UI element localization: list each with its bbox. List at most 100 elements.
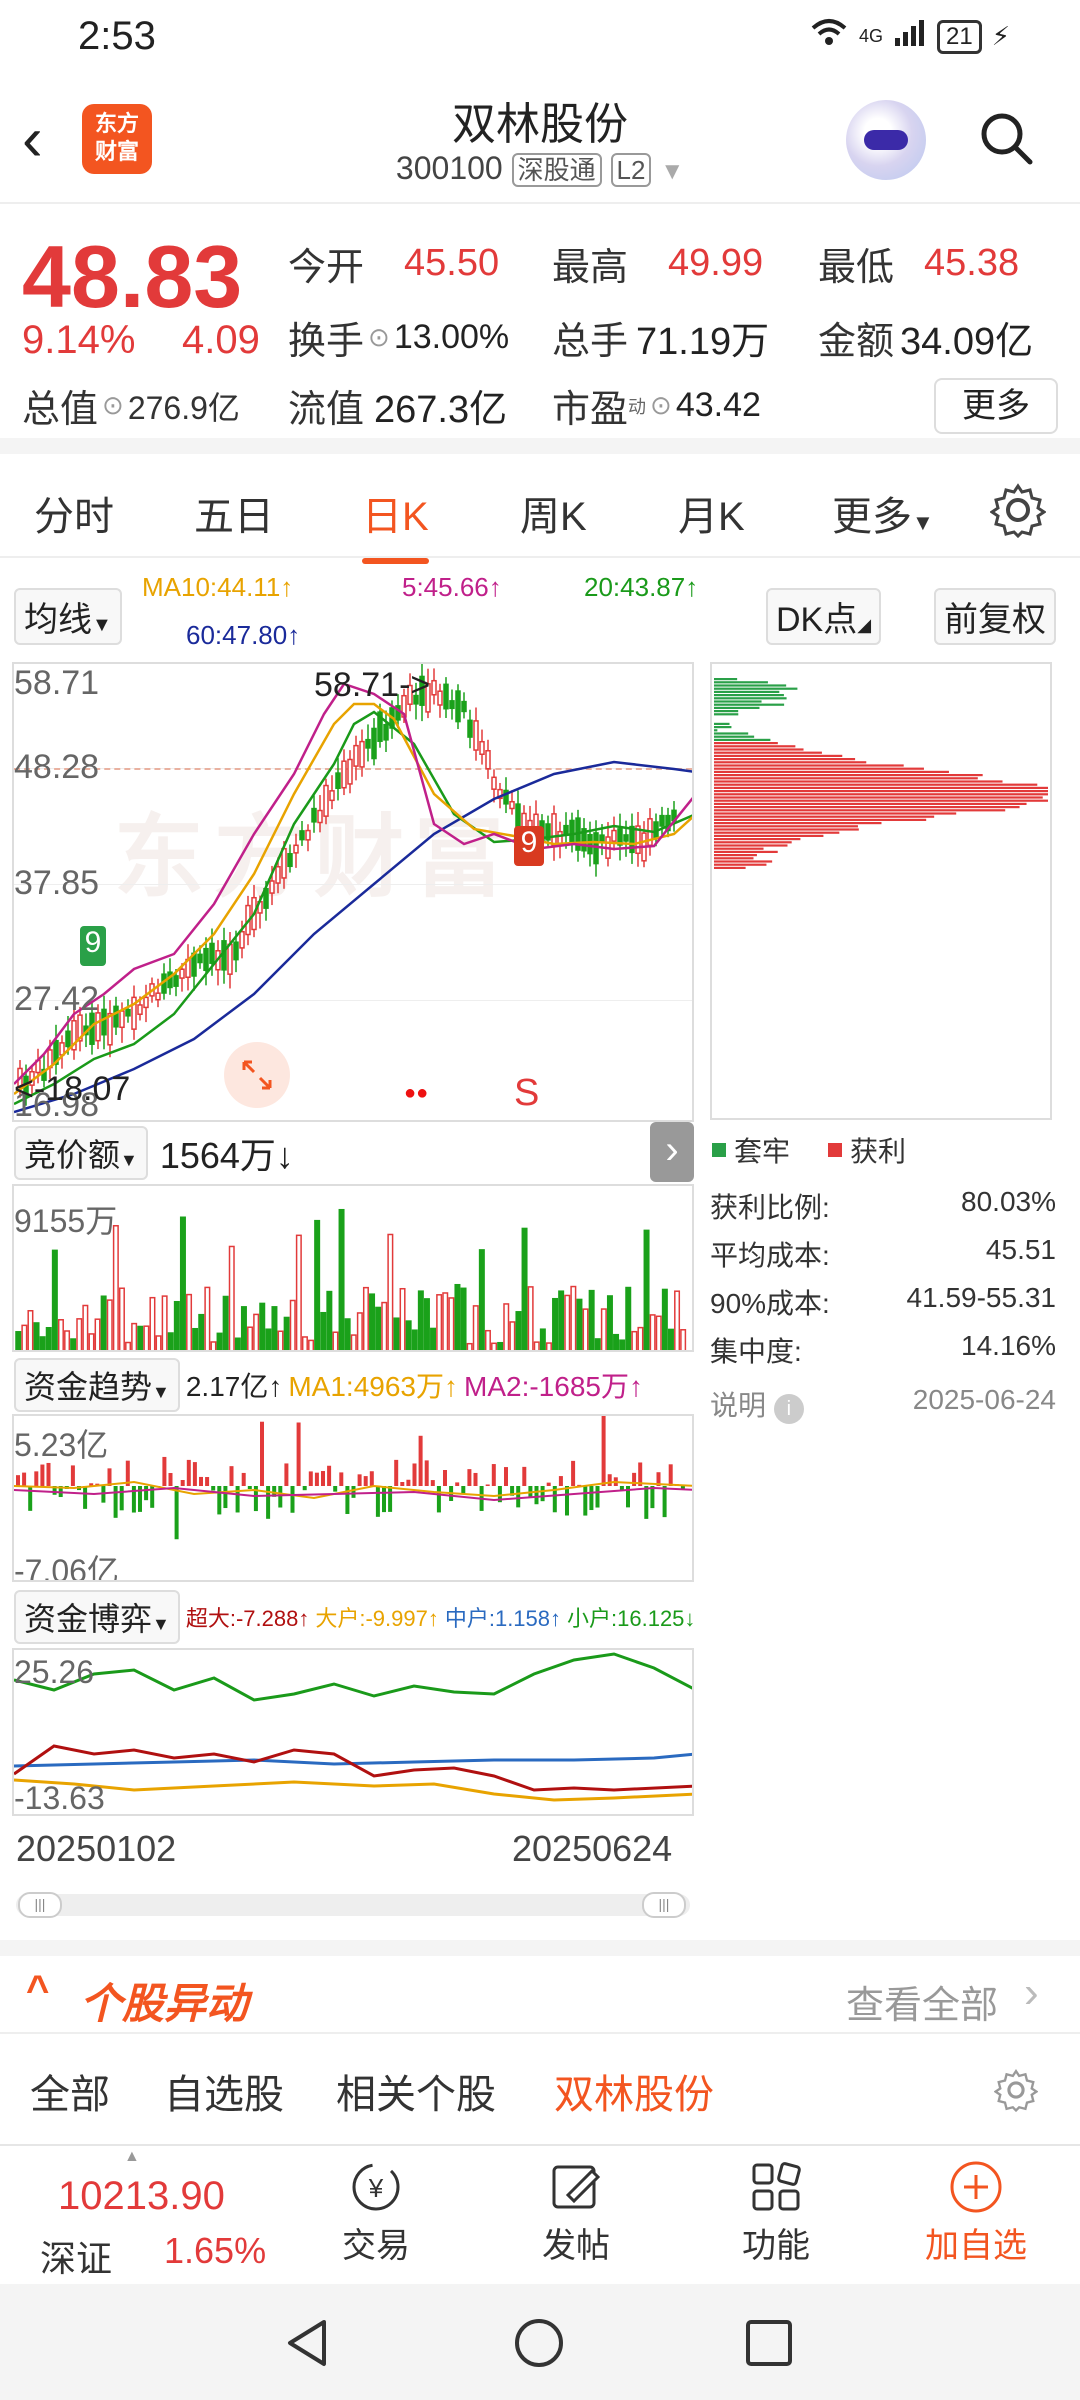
chip-note-row[interactable]: 说明 i 2025-06-24 bbox=[710, 1384, 1056, 1432]
index-name: 深证 bbox=[40, 2238, 113, 2279]
chip-distribution-chart[interactable] bbox=[710, 662, 1052, 1120]
float-cap-field: 流值 267.3亿 bbox=[288, 378, 507, 433]
signal-icon bbox=[893, 18, 927, 55]
event-dots-icon[interactable]: ●● bbox=[404, 1082, 428, 1105]
flow-bar bbox=[565, 1486, 569, 1516]
auction-bar bbox=[613, 1333, 620, 1350]
dk-point-label: DK点 bbox=[776, 601, 858, 639]
flow-bar bbox=[40, 1464, 45, 1486]
auction-bar bbox=[338, 1208, 345, 1350]
robot-assistant-avatar[interactable] bbox=[846, 100, 926, 180]
trade-button[interactable]: ¥ 交易 bbox=[316, 2156, 436, 2267]
recents-square-icon[interactable] bbox=[744, 2318, 794, 2368]
game-selector-button[interactable]: 资金博弈▼ bbox=[14, 1590, 180, 1644]
auction-bar bbox=[436, 1294, 443, 1350]
auction-bar bbox=[448, 1297, 455, 1350]
game-selector-label: 资金博弈 bbox=[24, 1601, 153, 1637]
tab-five-day[interactable]: 五日 bbox=[194, 484, 274, 542]
auction-bar bbox=[454, 1283, 461, 1350]
info-dot-icon[interactable]: ⊙ bbox=[102, 390, 124, 421]
tab-monthly-k[interactable]: 月K bbox=[678, 484, 745, 542]
time-range-scrollbar[interactable]: ||| ||| bbox=[16, 1892, 690, 1918]
search-icon[interactable] bbox=[978, 110, 1034, 166]
flow-bar bbox=[424, 1460, 429, 1486]
candle-body bbox=[221, 940, 227, 971]
back-triangle-icon[interactable] bbox=[282, 2316, 332, 2370]
tab-more[interactable]: 更多▼ bbox=[832, 484, 934, 542]
flow-bar bbox=[644, 1486, 649, 1519]
pe-value: 43.42 bbox=[675, 386, 761, 424]
auction-selector-label: 竞价额 bbox=[24, 1137, 121, 1173]
chip-bar bbox=[714, 834, 824, 837]
auction-bar bbox=[100, 1295, 107, 1350]
flow-bar bbox=[296, 1422, 301, 1486]
flow-bar bbox=[571, 1460, 576, 1486]
capital-game-chart[interactable]: 25.26 -13.63 bbox=[12, 1648, 694, 1816]
flow-bar bbox=[241, 1472, 246, 1486]
flow-bar bbox=[369, 1471, 374, 1486]
tab-daily-k[interactable]: 日K bbox=[362, 484, 429, 564]
auction-bar bbox=[289, 1299, 296, 1350]
more-button[interactable]: 更多 bbox=[934, 378, 1058, 434]
scroll-handle-left[interactable]: ||| bbox=[18, 1892, 62, 1918]
auction-y-label: 9155万 bbox=[14, 1203, 118, 1239]
info-dot-icon[interactable]: ⊙ bbox=[368, 322, 390, 353]
dk-marker[interactable]: 9 bbox=[514, 826, 544, 866]
index-ticker[interactable]: ▲ 10213.90 深证 1.65% bbox=[0, 2146, 290, 2286]
post-button[interactable]: 发帖 bbox=[516, 2156, 636, 2267]
functions-button[interactable]: 功能 bbox=[716, 2156, 836, 2267]
gear-icon[interactable] bbox=[990, 482, 1046, 538]
candle-body bbox=[203, 947, 209, 972]
view-all-link[interactable]: 查看全部 bbox=[846, 1974, 998, 2029]
flow-chart[interactable]: 5.23亿 -7.06亿 bbox=[12, 1414, 694, 1582]
dk-marker[interactable]: 9 bbox=[80, 926, 106, 966]
flow-y-top: 5.23亿 bbox=[14, 1427, 109, 1463]
auction-bar bbox=[57, 1319, 64, 1350]
auction-bar bbox=[82, 1304, 89, 1350]
auction-bar bbox=[472, 1305, 479, 1350]
flow-bar bbox=[473, 1472, 478, 1486]
ma-selector-button[interactable]: 均线▼ bbox=[14, 588, 122, 645]
kline-chart[interactable]: 东方财富 58.71 48.28 37.85 27.42 16.98 58.71… bbox=[12, 662, 694, 1122]
add-watchlist-button[interactable]: 加自选 bbox=[916, 2156, 1036, 2267]
chip-bar bbox=[714, 761, 867, 764]
flow-bar bbox=[504, 1467, 508, 1486]
tab-intraday[interactable]: 分时 bbox=[34, 484, 114, 542]
gear-icon[interactable] bbox=[994, 2068, 1038, 2112]
flow-header: 资金趋势▼ 2.17亿↑ MA1:4963万↑ MA2:-1685万↑ bbox=[14, 1358, 643, 1412]
scroll-handle-right[interactable]: ||| bbox=[642, 1892, 686, 1918]
home-circle-icon[interactable] bbox=[512, 2316, 566, 2370]
turnover-label: 换手 bbox=[288, 321, 365, 363]
flow-selector-button[interactable]: 资金趋势▼ bbox=[14, 1358, 180, 1412]
chip-bar bbox=[714, 742, 778, 745]
chevron-right-icon[interactable]: › bbox=[1024, 1968, 1039, 2018]
flow-bar bbox=[461, 1486, 466, 1494]
adjust-mode-button[interactable]: 前复权 bbox=[934, 588, 1056, 645]
sell-signal-mark[interactable]: S bbox=[514, 1072, 539, 1115]
flow-bar bbox=[308, 1471, 313, 1486]
candle-body bbox=[323, 784, 329, 817]
chip-bar bbox=[714, 681, 768, 684]
chevron-right-icon[interactable]: › bbox=[650, 1122, 694, 1182]
auction-bar bbox=[234, 1337, 241, 1350]
filter-this-stock[interactable]: 双林股份 bbox=[554, 2062, 714, 2120]
auction-bar bbox=[545, 1342, 552, 1350]
expand-icon[interactable] bbox=[224, 1042, 290, 1108]
filter-related[interactable]: 相关个股 bbox=[336, 2062, 496, 2120]
flow-bar bbox=[522, 1466, 527, 1486]
flow-bar bbox=[589, 1486, 594, 1511]
filter-all[interactable]: 全部 bbox=[30, 2062, 110, 2120]
chip-bar bbox=[714, 847, 764, 850]
filter-watchlist[interactable]: 自选股 bbox=[164, 2062, 284, 2120]
auction-selector-button[interactable]: 竞价额▼ bbox=[14, 1126, 148, 1180]
chip-bar bbox=[714, 690, 780, 693]
dk-point-button[interactable]: DK点◢ bbox=[766, 588, 882, 645]
chevron-up-icon[interactable]: ^ bbox=[26, 1968, 49, 2013]
auction-chart[interactable]: 9155万 bbox=[12, 1184, 694, 1352]
auction-bar bbox=[509, 1321, 516, 1350]
high-value: 49.99 bbox=[668, 242, 764, 284]
dropdown-triangle-icon: ▼ bbox=[92, 614, 112, 636]
tab-weekly-k[interactable]: 周K bbox=[520, 484, 587, 542]
flow-bar bbox=[284, 1463, 289, 1486]
info-dot-icon[interactable]: ⊙ bbox=[650, 390, 672, 421]
